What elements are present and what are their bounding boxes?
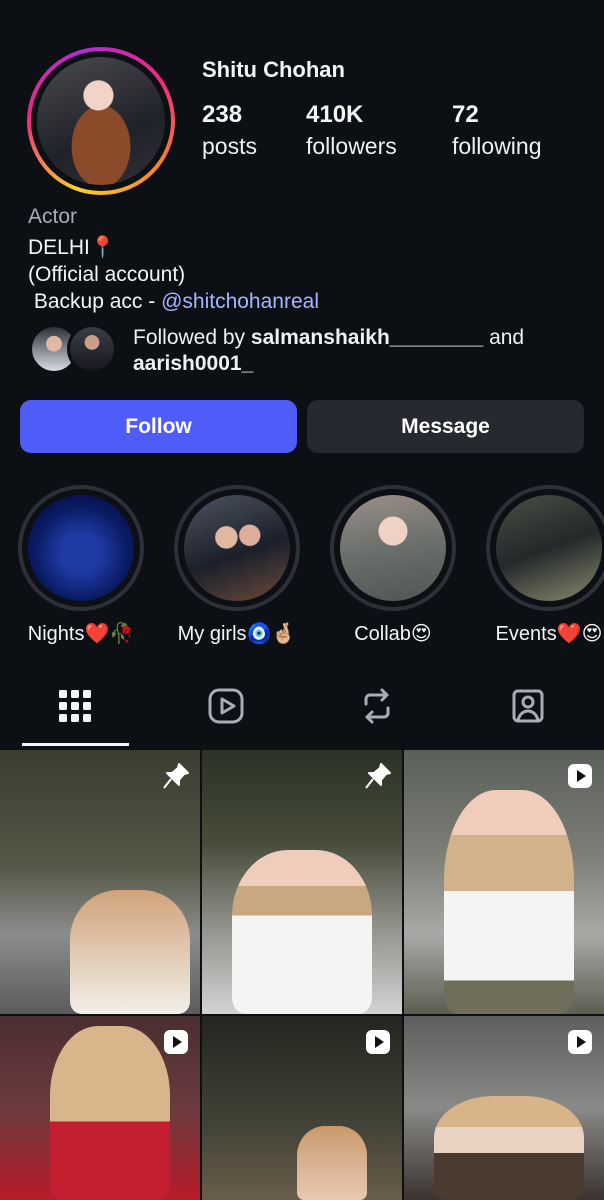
highlight-cover [184, 495, 290, 601]
post-thumbnail [50, 1026, 170, 1200]
post-thumbnail [434, 1096, 584, 1200]
tab-reposts[interactable] [324, 682, 430, 730]
highlight-my-girls[interactable]: My girls🧿🤞🏼 [172, 485, 302, 646]
bio-line-2: (Official account) [28, 263, 186, 286]
posts-count: 238 [202, 101, 243, 128]
following-label: following [452, 133, 542, 159]
post-tile[interactable] [404, 750, 604, 1014]
followed-by-text[interactable]: Followed by salmanshaikh________ and aari… [133, 325, 524, 377]
profile-avatar[interactable] [37, 57, 165, 185]
followed-by-user-2[interactable]: aarish0001_ [133, 352, 253, 375]
followers-count: 410K [306, 101, 364, 128]
profile-category: Actor [28, 205, 78, 228]
highlight-ring [330, 485, 456, 611]
followed-by-and: and [483, 326, 525, 349]
post-thumbnail [444, 790, 574, 1014]
post-tile[interactable] [202, 1016, 402, 1200]
reel-icon [568, 764, 592, 788]
reposts-icon [364, 688, 390, 724]
grid-icon [59, 690, 91, 722]
message-button[interactable]: Message [307, 400, 584, 453]
tagged-icon [512, 689, 544, 723]
post-tile[interactable] [404, 1016, 604, 1200]
followed-by-user-1[interactable]: salmanshaikh________ [251, 326, 483, 349]
highlight-nights[interactable]: Nights❤️🥀 [16, 485, 146, 646]
active-tab-indicator [22, 743, 129, 746]
mutual-avatar-2 [67, 324, 117, 374]
highlight-label: Events❤️😍 [495, 623, 603, 645]
post-tile[interactable] [0, 1016, 200, 1200]
pin-icon [163, 763, 189, 789]
followed-by-prefix: Followed by [133, 326, 251, 349]
followers-label: followers [306, 133, 397, 159]
tab-reels[interactable] [173, 682, 279, 730]
pin-icon [365, 763, 391, 789]
profile-tabs [0, 670, 604, 746]
follow-button[interactable]: Follow [20, 400, 297, 453]
post-thumbnail [232, 850, 372, 1014]
followers-stat[interactable]: 410K followers [306, 100, 397, 162]
highlight-events[interactable]: Events❤️😍 [484, 485, 604, 646]
bio-line-1: DELHI📍 [28, 236, 116, 259]
reel-icon [366, 1030, 390, 1054]
following-count: 72 [452, 101, 479, 128]
highlight-cover [340, 495, 446, 601]
profile-username: Shitu Chohan [202, 57, 345, 82]
avatar-gap [31, 51, 171, 191]
post-tile[interactable] [0, 750, 200, 1014]
post-thumbnail [297, 1126, 367, 1200]
highlight-label: Nights❤️🥀 [27, 623, 135, 645]
posts-stat[interactable]: 238 posts [202, 100, 257, 162]
reel-icon [568, 1030, 592, 1054]
tab-posts-grid[interactable] [22, 682, 128, 730]
threads-icon: @ [161, 290, 183, 313]
bio-line-3: Backup acc - [28, 290, 162, 313]
posts-grid [0, 750, 604, 1200]
post-thumbnail [70, 890, 190, 1014]
following-stat[interactable]: 72 following [452, 100, 542, 162]
highlight-ring [18, 485, 144, 611]
highlight-label: My girls🧿🤞🏼 [177, 623, 297, 645]
reels-icon [208, 688, 244, 724]
highlight-ring [486, 485, 604, 611]
posts-label: posts [202, 133, 257, 159]
tab-tagged[interactable] [475, 682, 581, 730]
highlight-cover [496, 495, 602, 601]
bio-link[interactable]: shitchohanreal [182, 290, 319, 313]
profile-bio: DELHI📍 (Official account) Backup acc - @… [28, 234, 319, 315]
highlight-collab[interactable]: Collab😍 [328, 485, 458, 646]
highlight-label: Collab😍 [354, 623, 432, 645]
mutual-followers-avatars[interactable] [29, 324, 121, 376]
post-tile[interactable] [202, 750, 402, 1014]
highlight-ring [174, 485, 300, 611]
highlight-cover [28, 495, 134, 601]
reel-icon [164, 1030, 188, 1054]
profile-avatar-ring[interactable] [27, 47, 175, 195]
